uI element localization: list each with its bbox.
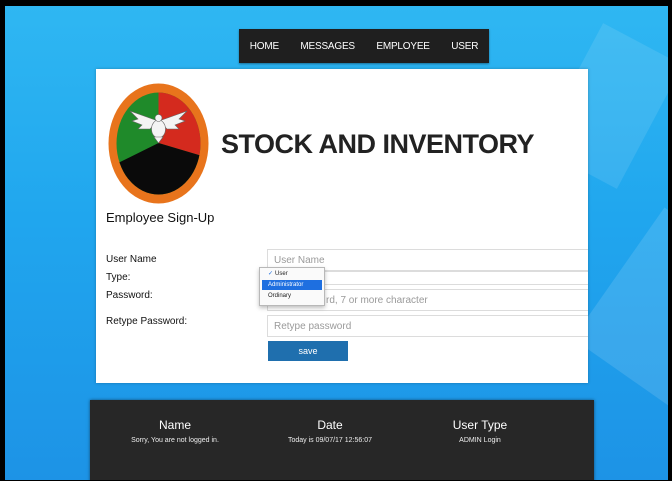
type-label: Type: bbox=[106, 272, 131, 283]
type-option-user[interactable]: ✓ User bbox=[262, 269, 322, 279]
option-label: User bbox=[275, 271, 288, 277]
footer-usertype-header: User Type bbox=[452, 418, 508, 432]
footer-date-value: Today is 09/07/17 12:56:07 bbox=[287, 437, 373, 444]
nav-home[interactable]: HOME bbox=[250, 41, 279, 52]
retype-password-label: Retype Password: bbox=[106, 316, 188, 327]
footer-panel: Name Sorry, You are not logged in. Date … bbox=[90, 400, 594, 480]
app-screen: HOME MESSAGES EMPLOYEE USER STOCK AND IN… bbox=[5, 6, 668, 480]
zambia-eagle-logo bbox=[108, 83, 209, 204]
footer-name-column: Name Sorry, You are not logged in. bbox=[115, 418, 235, 444]
footer-usertype-column: User Type ADMIN Login bbox=[425, 418, 535, 444]
type-dropdown-menu[interactable]: ✓ User Administrator Ordinary bbox=[259, 267, 325, 306]
save-button[interactable]: save bbox=[268, 341, 348, 361]
username-label: User Name bbox=[106, 254, 157, 265]
nav-employee[interactable]: EMPLOYEE bbox=[376, 41, 430, 52]
check-icon: ✓ bbox=[268, 271, 274, 277]
footer-date-column: Date Today is 09/07/17 12:56:07 bbox=[270, 418, 390, 444]
nav-user[interactable]: USER bbox=[451, 41, 478, 52]
footer-date-header: Date bbox=[317, 418, 343, 432]
app-title: STOCK AND INVENTORY bbox=[221, 129, 535, 159]
footer-name-header: Name bbox=[158, 418, 191, 432]
type-option-ordinary[interactable]: Ordinary bbox=[262, 291, 322, 301]
form-heading: Employee Sign-Up bbox=[106, 210, 215, 225]
retype-password-input[interactable] bbox=[267, 315, 588, 337]
footer-usertype-value: ADMIN Login bbox=[459, 437, 501, 444]
top-navigation: HOME MESSAGES EMPLOYEE USER bbox=[239, 29, 489, 63]
password-label: Password: bbox=[106, 290, 153, 301]
signup-card: STOCK AND INVENTORY Employee Sign-Up Use… bbox=[96, 69, 588, 383]
footer-name-value: Sorry, You are not logged in. bbox=[131, 437, 219, 444]
nav-messages[interactable]: MESSAGES bbox=[300, 41, 355, 52]
type-option-administrator[interactable]: Administrator bbox=[262, 280, 322, 290]
